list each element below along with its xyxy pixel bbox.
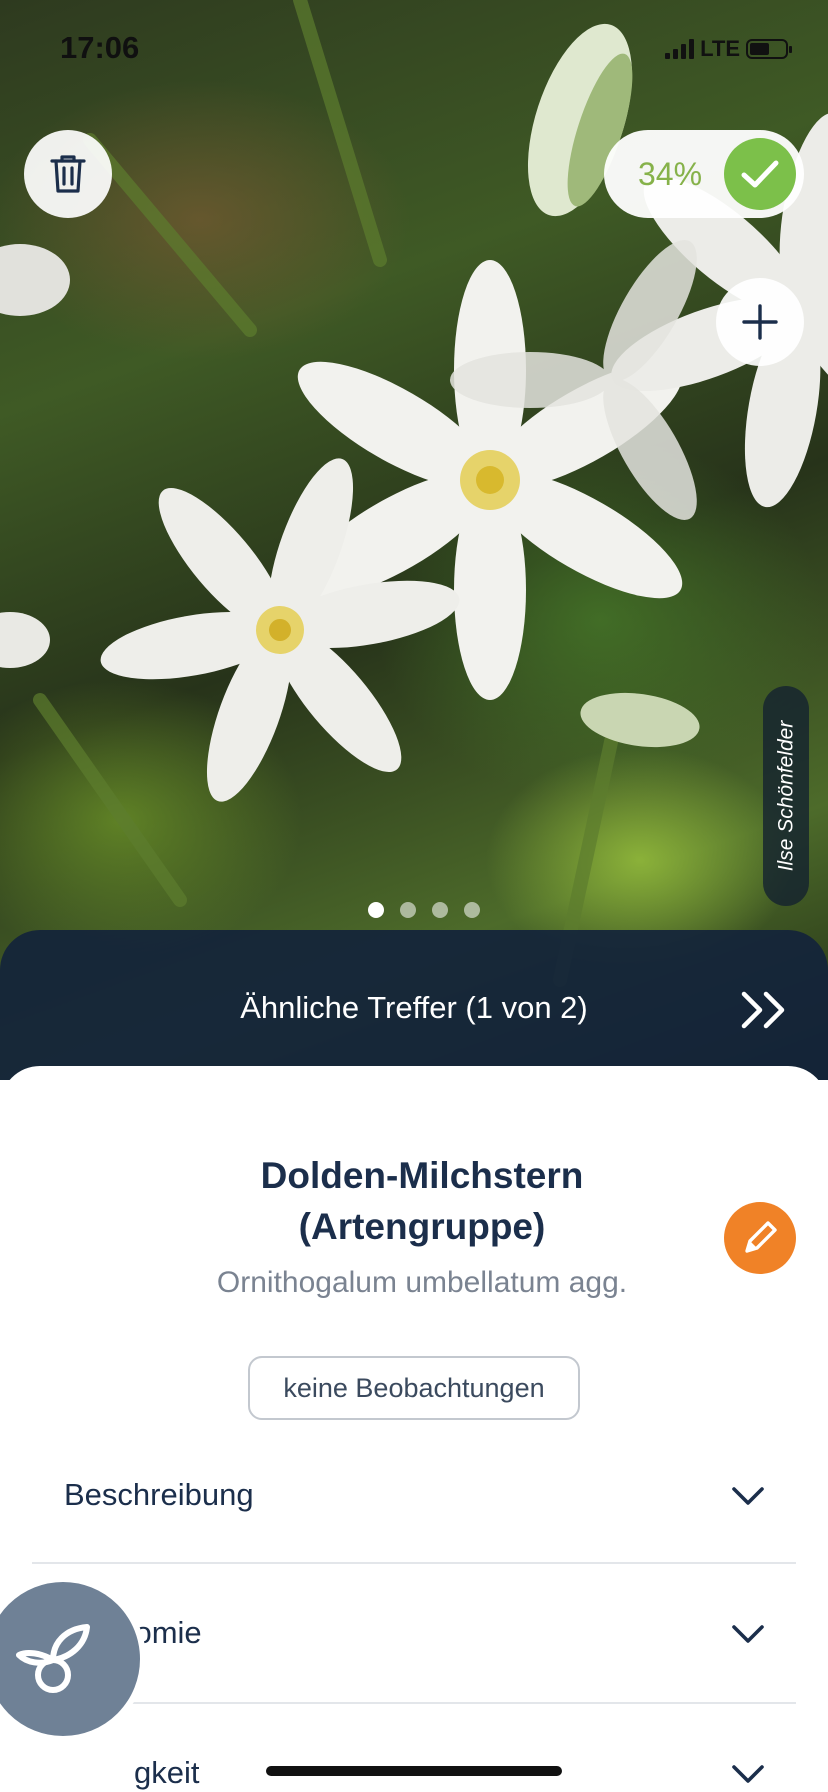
confidence-percent: 34% [638,155,703,192]
check-icon [741,160,779,188]
battery-icon [746,39,792,59]
chevron-down-icon [732,1765,764,1783]
photographer-name: Ilse Schönfelder [774,720,797,872]
pager-dot-active[interactable] [368,902,384,918]
pencil-icon [745,1221,777,1253]
species-name: Dolden-Milchstern [260,1155,584,1196]
section-label: gkeit [134,1755,200,1790]
similar-matches-bar[interactable]: Ähnliche Treffer (1 von 2) [0,930,828,1080]
next-match-button[interactable] [738,988,792,1032]
confirm-button[interactable] [724,138,796,210]
chevron-down-icon [732,1487,764,1505]
photo-pager[interactable] [0,902,828,918]
photographer-credit: Ilse Schönfelder [763,686,809,906]
signal-icon [665,39,695,59]
section-taxonomie[interactable]: onomie [32,1564,796,1702]
section-beschreibung[interactable]: Beschreibung [32,1426,796,1564]
network-type: LTE [700,36,740,61]
species-latin-name: Ornithogalum umbellatum agg. [216,1266,628,1299]
delete-button[interactable] [24,130,112,218]
plus-icon [742,304,778,340]
species-title: Dolden-Milchstern (Artengruppe) [0,1150,828,1252]
home-indicator [266,1766,562,1776]
observations-chip[interactable]: keine Beobachtungen [248,1356,580,1420]
section-label: Beschreibung [64,1477,254,1512]
similar-matches-label: Ähnliche Treffer (1 von 2) [240,990,588,1025]
section-haeufigkeit[interactable]: gkeit [32,1704,796,1792]
plant-photo[interactable]: 17:06 LTE 34% Ilse Schönfelder [0,0,828,1080]
status-time: 17:06 [60,30,140,65]
double-chevron-right-icon [741,991,785,1029]
status-indicators: LTE [665,36,792,62]
pager-dot[interactable] [432,902,448,918]
edit-button[interactable] [724,1202,796,1274]
pager-dot[interactable] [464,902,480,918]
confidence-badge[interactable]: 34% [604,130,804,218]
species-group: (Artengruppe) [298,1206,546,1247]
flower-logo-icon [16,1624,90,1693]
chevron-down-icon [732,1625,764,1643]
pager-dot[interactable] [400,902,416,918]
add-photo-button[interactable] [716,278,804,366]
trash-icon [50,155,86,193]
